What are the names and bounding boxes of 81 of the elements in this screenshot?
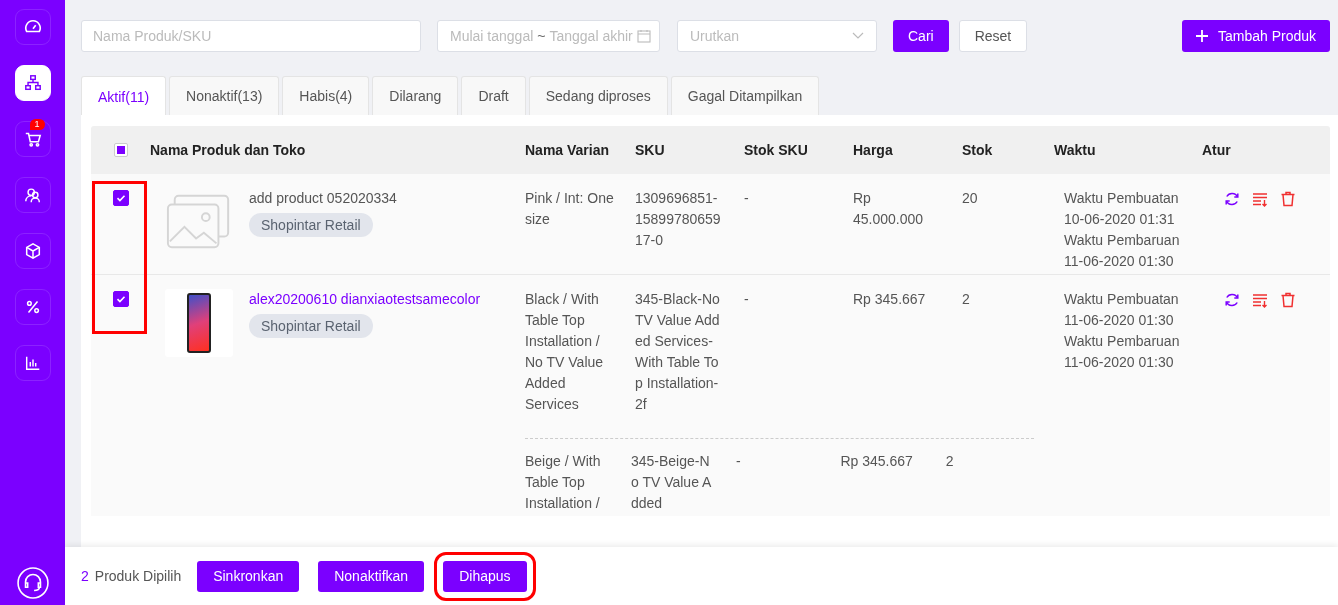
list-edit-icon[interactable] <box>1252 292 1268 308</box>
sku-stock-cell-text: - <box>744 189 750 208</box>
tab[interactable]: Dilarang <box>372 76 459 115</box>
trash-icon[interactable] <box>1280 292 1296 308</box>
product-name[interactable]: alex20200610 dianxiaotestsamecolor <box>249 289 481 310</box>
column-header: Nama Produk dan Toko <box>150 142 307 158</box>
bar-chart-icon <box>23 354 42 372</box>
shop-tag: Shopintar Retail <box>249 213 373 237</box>
list-edit-icon[interactable] <box>1252 191 1268 207</box>
column-header: Stok SKU <box>744 142 809 158</box>
sku-cell-text: 345-Black-No TV Value Added Services-With Table Top Installation-2f <box>635 290 721 414</box>
plus-icon <box>1195 30 1208 42</box>
calendar-icon <box>637 29 651 43</box>
tab[interactable]: Draft <box>461 76 526 115</box>
sidebar-item[interactable] <box>14 345 51 381</box>
variant-name: Black / With Table Top Installation / No TV Value Added Services <box>525 290 605 414</box>
end-date-placeholder: Tanggal akhir <box>549 28 633 44</box>
headset-icon[interactable] <box>16 567 49 599</box>
tab[interactable]: Gagal Ditampilkan <box>670 76 820 115</box>
select-all-checkbox[interactable] <box>113 143 128 157</box>
search-field[interactable]: Nama Produk/SKU <box>81 20 421 52</box>
stock-cell-text: 20 <box>962 189 979 208</box>
stock-cell-text: 2 <box>945 452 955 471</box>
product-name[interactable]: add product 052020334 <box>249 188 397 209</box>
created-label: Waktu Pembuatan <box>1064 290 1180 309</box>
sku-stock-cell-text: - <box>744 290 750 309</box>
chevron-down-icon <box>852 32 864 40</box>
row-checkbox[interactable] <box>112 190 129 206</box>
column-header: Nama Varian <box>525 142 611 158</box>
selected-count: 2 <box>81 568 89 584</box>
sidebar-item[interactable]: 1 <box>14 121 51 157</box>
hierarchy-icon <box>23 74 42 92</box>
sync-icon[interactable] <box>1224 292 1240 308</box>
sidebar-item[interactable] <box>14 289 51 325</box>
updated-time: 11-06-2020 01:30 <box>1064 252 1175 271</box>
add-product-button[interactable]: Tambah Produk <box>1181 20 1330 52</box>
sku-stock-cell-text: - <box>735 452 742 471</box>
sku-cell-text: 1309696851-1589978065917-0 <box>635 189 722 250</box>
column-header: Stok <box>962 142 994 158</box>
search-button[interactable]: Cari <box>893 20 949 52</box>
price-cell-text: Rp 45.000.000 <box>853 189 925 229</box>
sidebar-item[interactable] <box>14 177 51 213</box>
date-separator: ~ <box>537 28 546 44</box>
bulk-action-button[interactable]: Dihapus <box>443 560 527 592</box>
sidebar-item[interactable] <box>14 233 51 269</box>
bulk-action-button[interactable]: Nonaktifkan <box>318 560 425 592</box>
cart-icon <box>23 130 42 148</box>
price-cell-text: Rp 345.667 <box>840 452 914 471</box>
stock-cell-text: 2 <box>962 290 971 309</box>
tab[interactable]: Habis(4) <box>282 76 370 115</box>
created-time: 11-06-2020 01:30 <box>1064 311 1175 330</box>
tab[interactable]: Aktif(11) <box>81 76 167 116</box>
shop-tag: Shopintar Retail <box>249 314 373 338</box>
row-checkbox[interactable] <box>112 291 129 307</box>
column-header: SKU <box>635 142 666 158</box>
trash-icon[interactable] <box>1280 191 1296 207</box>
sync-icon[interactable] <box>1224 191 1240 207</box>
created-time: 10-06-2020 01:31 <box>1064 210 1176 229</box>
column-header: Waktu <box>1054 142 1097 158</box>
updated-label: Waktu Pembaruan <box>1064 231 1181 250</box>
tab[interactable]: Nonaktif(13) <box>169 76 280 115</box>
updated-label: Waktu Pembaruan <box>1064 332 1181 351</box>
bulk-action-button[interactable]: Sinkronkan <box>197 560 300 592</box>
tab[interactable]: Sedang diproses <box>528 76 668 115</box>
start-date-placeholder: Mulai tanggal <box>450 28 534 44</box>
column-header: Harga <box>853 142 894 158</box>
column-header: Atur <box>1202 142 1231 158</box>
updated-time: 11-06-2020 01:30 <box>1064 353 1175 372</box>
notification-badge: 1 <box>29 119 45 130</box>
sidebar-item[interactable] <box>14 9 51 45</box>
product-photo <box>165 289 233 357</box>
users-icon <box>23 186 42 204</box>
reset-button[interactable]: Reset <box>958 20 1028 52</box>
box-icon <box>23 242 42 260</box>
selected-label: Produk Dipilih <box>94 568 182 584</box>
price-cell-text: Rp 345.667 <box>853 290 927 309</box>
variant-name: Pink / Int: One size <box>525 189 615 229</box>
sku-cell-text: 345-Beige-No TV Value Added <box>630 452 713 513</box>
variant-name: Beige / With Table Top Installation / <box>525 452 602 513</box>
created-label: Waktu Pembuatan <box>1064 189 1180 208</box>
date-range-field[interactable]: Mulai tanggal ~ Tanggal akhir <box>437 20 660 52</box>
